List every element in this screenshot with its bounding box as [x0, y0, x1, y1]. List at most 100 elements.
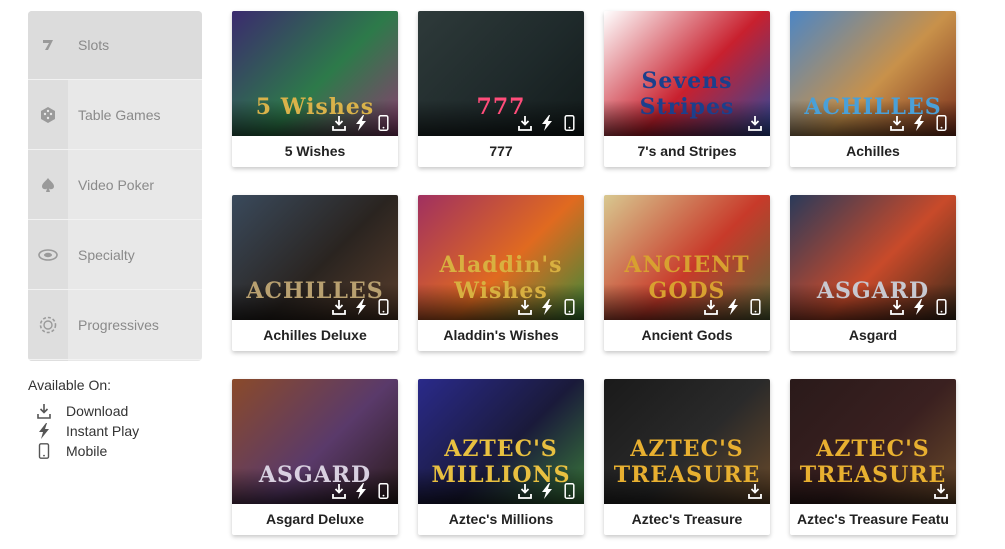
- legend-label: Instant Play: [66, 423, 140, 439]
- game-card[interactable]: ASGARD Asgard Deluxe: [232, 379, 398, 535]
- game-title[interactable]: Achilles Deluxe: [232, 320, 398, 351]
- platform-icons: [330, 114, 392, 132]
- sidebar-item-label: Video Poker: [78, 177, 155, 193]
- lightning-icon: [538, 482, 556, 500]
- mobile-icon: [560, 114, 578, 132]
- sidebar-item-progressives[interactable]: Progressives: [28, 291, 202, 360]
- mobile-icon: [746, 298, 764, 316]
- download-icon: [888, 298, 906, 316]
- platform-icons: [516, 482, 578, 500]
- game-logo: AZTEC'S MILLIONS: [431, 436, 571, 488]
- mobile-icon: [932, 298, 950, 316]
- mobile-icon: [374, 482, 392, 500]
- game-title[interactable]: Ancient Gods: [604, 320, 770, 351]
- game-thumbnail[interactable]: AZTEC'S MILLIONS: [418, 379, 584, 504]
- download-icon: [330, 298, 348, 316]
- platform-icons: [746, 114, 764, 132]
- lightning-icon: [352, 482, 370, 500]
- game-title[interactable]: Aztec's Treasure Featu: [790, 504, 956, 535]
- lightning-icon: [538, 114, 556, 132]
- game-title[interactable]: Aztec's Treasure: [604, 504, 770, 535]
- download-icon: [516, 482, 534, 500]
- game-thumbnail[interactable]: ASGARD: [232, 379, 398, 504]
- lightning-icon: [910, 114, 928, 132]
- platform-icons: [932, 482, 950, 500]
- game-card[interactable]: ACHILLES Achilles: [790, 11, 956, 167]
- game-title[interactable]: 7's and Stripes: [604, 136, 770, 167]
- platform-icons: [702, 298, 764, 316]
- game-thumbnail[interactable]: ACHILLES: [790, 11, 956, 136]
- lightning-icon: [352, 298, 370, 316]
- game-card[interactable]: AZTEC'S TREASURE Aztec's Treasure: [604, 379, 770, 535]
- game-thumbnail[interactable]: 777: [418, 11, 584, 136]
- download-icon: [932, 482, 950, 500]
- lightning-icon: [910, 298, 928, 316]
- game-thumbnail[interactable]: ACHILLES: [232, 195, 398, 320]
- platform-icons: [516, 298, 578, 316]
- sidebar-item-label: Specialty: [78, 247, 135, 263]
- mobile-icon: [560, 298, 578, 316]
- game-logo: AZTEC'S TREASURE: [613, 436, 761, 488]
- game-thumbnail[interactable]: Aladdin's Wishes: [418, 195, 584, 320]
- game-title[interactable]: 777: [418, 136, 584, 167]
- legend-label: Download: [66, 403, 129, 419]
- sidebar-item-slots[interactable]: Slots: [28, 11, 202, 80]
- sidebar-item-video-poker[interactable]: Video Poker: [28, 151, 202, 220]
- download-icon: [888, 114, 906, 132]
- game-logo: ANCIENT GODS: [624, 252, 750, 304]
- game-thumbnail[interactable]: ANCIENT GODS: [604, 195, 770, 320]
- game-title[interactable]: Asgard Deluxe: [232, 504, 398, 535]
- game-card[interactable]: AZTEC'S TREASURE Aztec's Treasure Featu: [790, 379, 956, 535]
- download-icon: [34, 403, 54, 419]
- game-card[interactable]: AZTEC'S MILLIONS Aztec's Millions: [418, 379, 584, 535]
- platform-icons: [516, 114, 578, 132]
- download-icon: [746, 114, 764, 132]
- game-logo: AZTEC'S TREASURE: [799, 436, 947, 488]
- legend-instant-play: Instant Play: [28, 421, 139, 441]
- seven-icon: [38, 35, 58, 55]
- spade-icon: [38, 175, 58, 195]
- game-thumbnail[interactable]: ASGARD: [790, 195, 956, 320]
- download-icon: [330, 482, 348, 500]
- platform-icons: [330, 298, 392, 316]
- game-card[interactable]: ANCIENT GODS Ancient Gods: [604, 195, 770, 351]
- game-title[interactable]: Aladdin's Wishes: [418, 320, 584, 351]
- game-logo: Aladdin's Wishes: [439, 252, 563, 304]
- chip-icon: [38, 245, 58, 265]
- game-logo: Sevens Stripes: [639, 68, 735, 120]
- mobile-icon: [932, 114, 950, 132]
- sidebar-item-label: Table Games: [78, 107, 161, 123]
- game-card[interactable]: Sevens Stripes 7's and Stripes: [604, 11, 770, 167]
- platform-icons: [330, 482, 392, 500]
- game-card[interactable]: Aladdin's Wishes Aladdin's Wishes: [418, 195, 584, 351]
- lightning-icon: [352, 114, 370, 132]
- mobile-icon: [560, 482, 578, 500]
- game-title[interactable]: Asgard: [790, 320, 956, 351]
- available-on-legend: Available On: Download Instant Play Mobi…: [28, 377, 139, 461]
- game-card[interactable]: 5 Wishes 5 Wishes: [232, 11, 398, 167]
- game-title[interactable]: Aztec's Millions: [418, 504, 584, 535]
- legend-label: Mobile: [66, 443, 108, 459]
- download-icon: [516, 114, 534, 132]
- lightning-icon: [538, 298, 556, 316]
- game-card[interactable]: ACHILLES Achilles Deluxe: [232, 195, 398, 351]
- download-icon: [746, 482, 764, 500]
- lightning-icon: [724, 298, 742, 316]
- game-thumbnail[interactable]: Sevens Stripes: [604, 11, 770, 136]
- available-on-title: Available On:: [28, 377, 112, 393]
- platform-icons: [746, 482, 764, 500]
- lightning-icon: [34, 423, 54, 439]
- sidebar-item-table-games[interactable]: Table Games: [28, 81, 202, 150]
- game-thumbnail[interactable]: 5 Wishes: [232, 11, 398, 136]
- download-icon: [330, 114, 348, 132]
- game-title[interactable]: 5 Wishes: [232, 136, 398, 167]
- game-card[interactable]: 777 777: [418, 11, 584, 167]
- mobile-icon: [374, 114, 392, 132]
- sidebar-item-specialty[interactable]: Specialty: [28, 221, 202, 290]
- sidebar-item-label: Progressives: [78, 317, 159, 333]
- game-card[interactable]: ASGARD Asgard: [790, 195, 956, 351]
- game-thumbnail[interactable]: AZTEC'S TREASURE: [604, 379, 770, 504]
- sidebar-item-label: Slots: [78, 37, 110, 53]
- game-thumbnail[interactable]: AZTEC'S TREASURE: [790, 379, 956, 504]
- game-title[interactable]: Achilles: [790, 136, 956, 167]
